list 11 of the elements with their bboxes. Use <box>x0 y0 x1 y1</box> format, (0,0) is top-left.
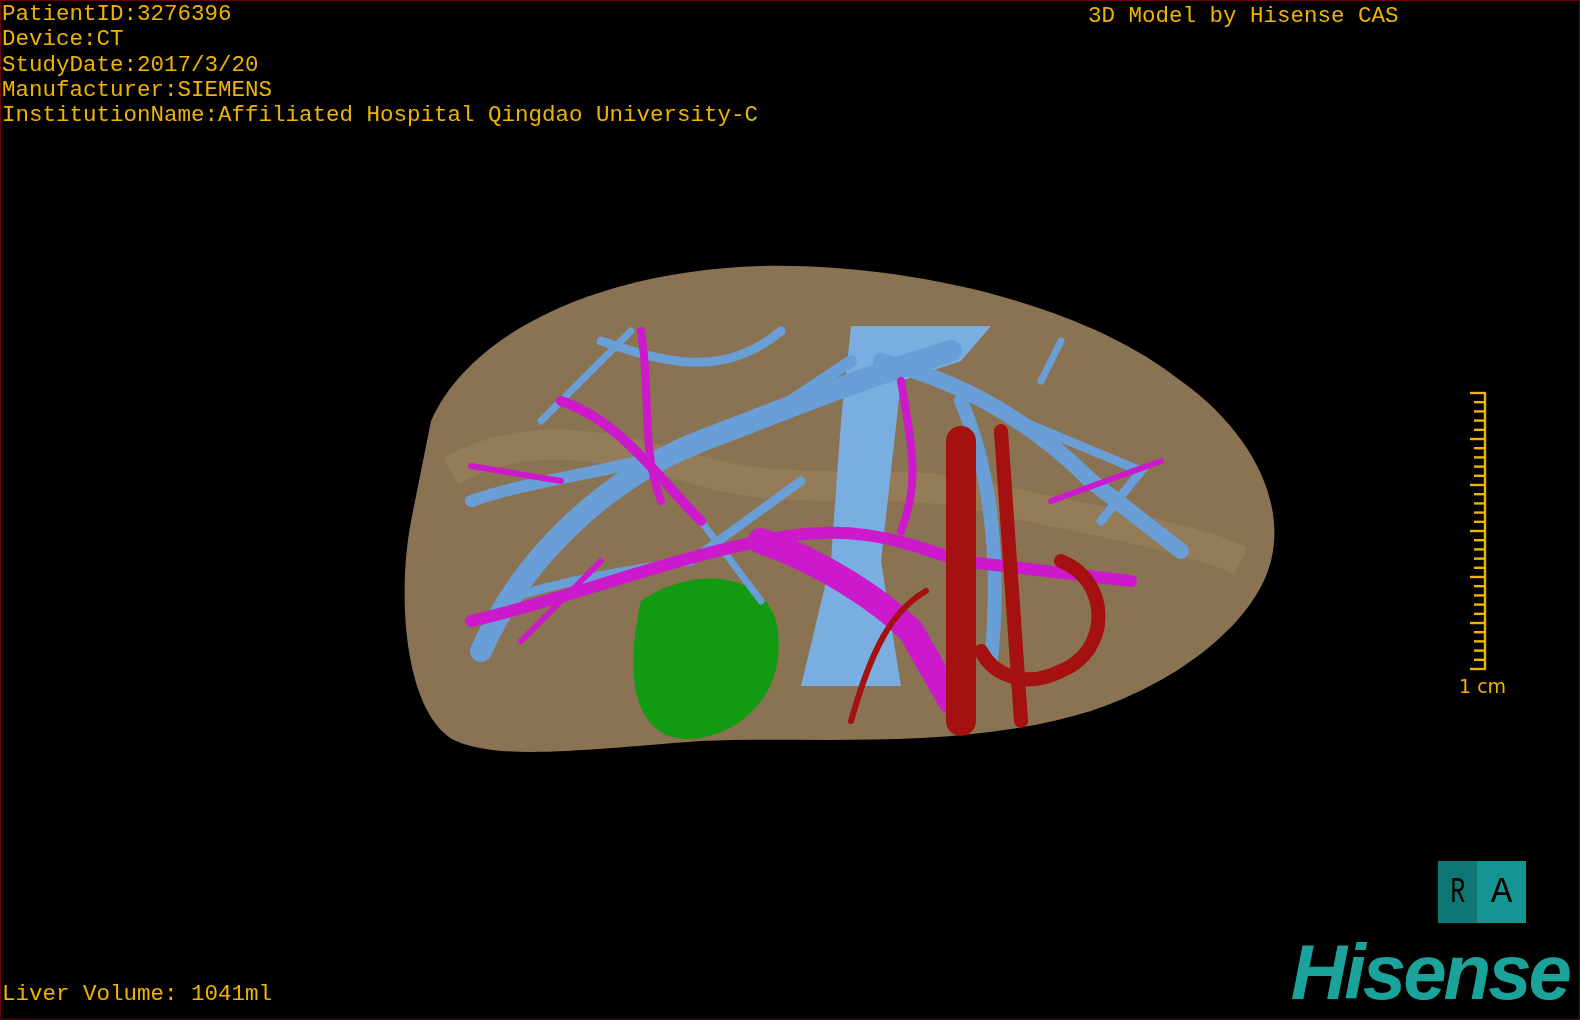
cube-left-face: R <box>1438 861 1477 923</box>
cube-right-face: A <box>1477 861 1526 923</box>
brand-logo: Hisense <box>1290 937 1569 1007</box>
scale-label: 1 cm <box>1459 675 1507 697</box>
patient-info-line: Device:CT <box>2 27 125 53</box>
app-title: 3D Model by Hisense CAS <box>1088 4 1399 29</box>
patient-info-line: Manufacturer:SIEMENS <box>2 77 274 104</box>
liver-volume: Liver Volume: 1041ml <box>2 982 273 1007</box>
patient-info-line: StudyDate:2017/3/20 <box>2 52 260 78</box>
patient-info-line: PatientID:3276396 <box>2 2 233 28</box>
patient-info-line: InstitutionName:Affiliated Hospital Qingdao University-C <box>2 103 759 129</box>
